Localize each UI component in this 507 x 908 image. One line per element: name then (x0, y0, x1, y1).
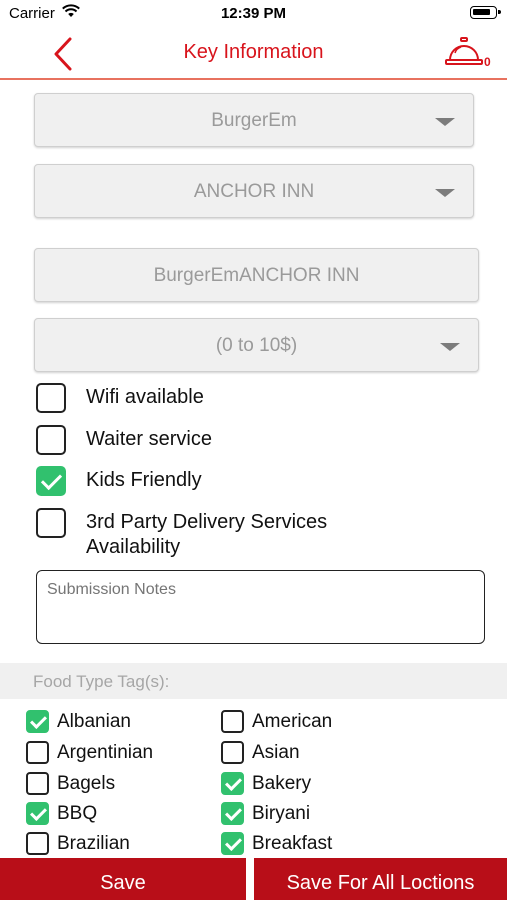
tag-checkbox[interactable] (26, 772, 49, 795)
amenity-label: 3rd Party Delivery Services Availability (86, 511, 328, 558)
location-dropdown-value: ANCHOR INN (193, 181, 315, 202)
tag-checkbox[interactable] (26, 710, 49, 733)
cuisine-dropdown[interactable]: BurgerEm (34, 93, 474, 147)
delivery-checkbox[interactable] (36, 508, 66, 538)
tag-checkbox[interactable] (221, 741, 244, 764)
status-time: 12:39 PM (220, 5, 287, 22)
tag-label: Asian (252, 742, 300, 763)
save-button[interactable]: Save (0, 858, 246, 900)
waiter-service-checkbox[interactable] (36, 425, 66, 455)
tag-checkbox[interactable] (26, 741, 49, 764)
location-dropdown[interactable]: ANCHOR INN (34, 164, 474, 218)
tag-checkbox[interactable] (221, 710, 244, 733)
amenity-label: Wifi available (86, 386, 204, 408)
restaurant-name-value: BurgerEmANCHOR INN (153, 265, 360, 286)
tag-label: Breakfast (252, 833, 333, 854)
tag-label: BBQ (57, 803, 98, 824)
caret-down-icon (435, 118, 455, 126)
price-range-value: (0 to 10$) (215, 335, 298, 356)
tag-label: Albanian (57, 711, 131, 732)
price-range-dropdown[interactable]: (0 to 10$) (34, 318, 479, 372)
wifi-checkbox[interactable] (36, 383, 66, 413)
bell-count-badge: 0 (484, 55, 491, 69)
tag-checkbox[interactable] (221, 832, 244, 855)
status-bar: Carrier 12:39 PM (0, 0, 507, 28)
tag-label: Bakery (252, 773, 312, 794)
caret-down-icon (435, 189, 455, 197)
page-title: Key Information (183, 41, 324, 63)
cuisine-dropdown-value: BurgerEm (211, 110, 297, 131)
amenity-label: Kids Friendly (86, 469, 202, 491)
tag-label: Bagels (57, 773, 116, 794)
battery-icon (470, 6, 501, 19)
service-bell-icon[interactable] (444, 36, 484, 68)
amenity-label: Waiter service (86, 428, 212, 450)
kids-friendly-checkbox[interactable] (36, 466, 66, 496)
submission-notes-input[interactable] (36, 570, 485, 644)
tag-checkbox[interactable] (221, 772, 244, 795)
tag-label: American (252, 711, 333, 732)
caret-down-icon (440, 343, 460, 351)
tag-label: Argentinian (57, 742, 154, 763)
tag-checkbox[interactable] (221, 802, 244, 825)
nav-bar: Key Information 0 (0, 28, 507, 80)
tag-label: Brazilian (57, 833, 130, 854)
tag-checkbox[interactable] (26, 832, 49, 855)
tag-label: Biryani (252, 803, 311, 824)
food-type-tags-header: Food Type Tag(s): (0, 663, 507, 699)
restaurant-name-field[interactable]: BurgerEmANCHOR INN (34, 248, 479, 302)
tag-checkbox[interactable] (26, 802, 49, 825)
food-type-tags-label: Food Type Tag(s): (33, 672, 170, 691)
save-all-locations-button[interactable]: Save For All Loctions (254, 858, 507, 900)
